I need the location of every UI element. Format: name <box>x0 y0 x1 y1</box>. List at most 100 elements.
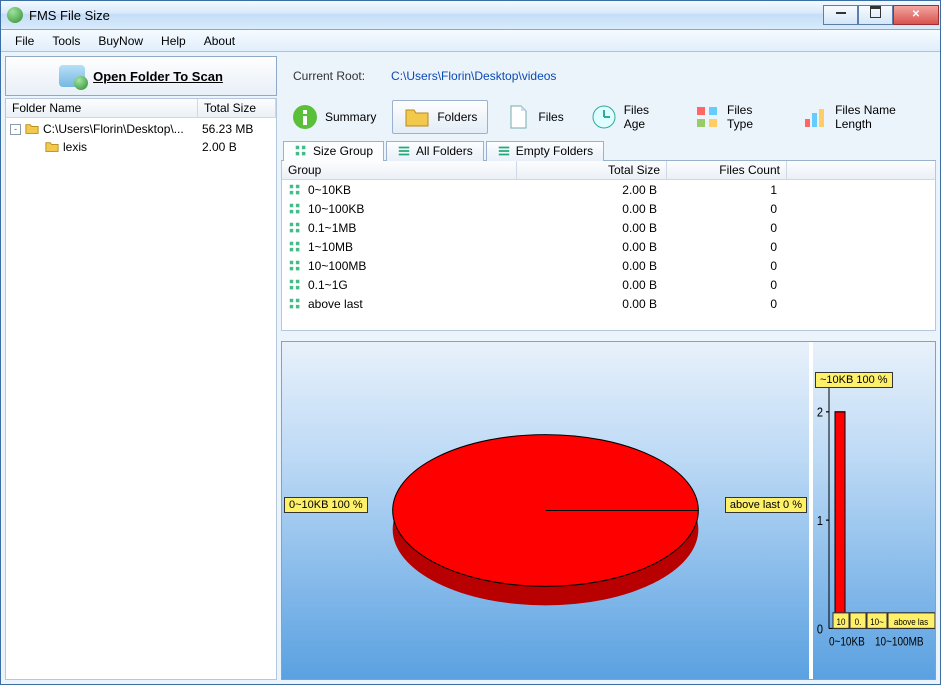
chart-area: 0~10KB 100 % above last 0 % 2 1 0 <box>281 341 936 680</box>
subtab-sizegroup[interactable]: Size Group <box>283 141 384 161</box>
tree-node-name: lexis <box>63 140 196 154</box>
grid-row[interactable]: 0.1~1G0.00 B0 <box>282 275 935 294</box>
cell-count: 0 <box>667 240 787 254</box>
col-total[interactable]: Total Size <box>517 161 667 179</box>
size-bucket-icon <box>288 183 302 197</box>
allfolders-icon <box>397 144 411 158</box>
toolbar-label: Files Age <box>624 103 667 131</box>
subtab-label: All Folders <box>416 144 473 158</box>
cell-group: 1~10MB <box>308 240 353 254</box>
folder-tree[interactable]: -C:\Users\Florin\Desktop\...56.23 MBlexi… <box>6 118 276 679</box>
current-root-label: Current Root: <box>293 69 365 83</box>
tree-node-name: C:\Users\Florin\Desktop\... <box>43 122 196 136</box>
tree-node-size: 2.00 B <box>196 140 274 154</box>
right-panel: Summary Folders Files Files Age Files Type Fi… <box>281 98 936 680</box>
size-bucket-icon <box>288 278 302 292</box>
menu-file[interactable]: File <box>7 32 42 50</box>
toolbar-files[interactable]: Files <box>494 100 573 134</box>
toolbar-folders[interactable]: Folders <box>392 100 488 134</box>
tree-row[interactable]: - C:\Users\Florin\Desktop\...56.23 MB <box>8 120 274 138</box>
files-icon <box>504 103 532 131</box>
open-folder-button[interactable]: Open Folder To Scan <box>5 56 277 96</box>
filesage-icon <box>590 103 618 131</box>
cell-total: 0.00 B <box>517 221 667 235</box>
grid-row[interactable]: 0.1~1MB 0.00 B0 <box>282 218 935 237</box>
toolbar-label: Folders <box>437 110 477 124</box>
cell-count: 1 <box>667 183 787 197</box>
size-group-grid: Group Total Size Files Count 0~10KB 2.00 … <box>281 161 936 331</box>
sizegroup-icon <box>294 144 308 158</box>
cell-group: 0~10KB <box>308 183 351 197</box>
svg-text:10~: 10~ <box>870 616 884 627</box>
col-folder-name[interactable]: Folder Name <box>6 99 198 117</box>
subtab-allfolders[interactable]: All Folders <box>386 141 484 161</box>
toolbar-label: Files <box>538 110 563 124</box>
subtab-emptyfolders[interactable]: Empty Folders <box>486 141 604 161</box>
top-row: Open Folder To Scan Current Root: C:\Use… <box>5 56 936 96</box>
folder-icon <box>25 122 39 136</box>
subtab-label: Empty Folders <box>516 144 593 158</box>
subtab-label: Size Group <box>313 144 373 158</box>
grid-row[interactable]: 10~100KB0.00 B0 <box>282 199 935 218</box>
filestype-icon <box>693 103 721 131</box>
maximize-button[interactable] <box>858 5 893 25</box>
minimize-button[interactable] <box>823 5 858 25</box>
toolbar-filesname[interactable]: Files Name Length <box>791 100 936 134</box>
emptyfolders-icon <box>497 144 511 158</box>
menu-help[interactable]: Help <box>153 32 194 50</box>
cell-total: 0.00 B <box>517 297 667 311</box>
cell-count: 0 <box>667 259 787 273</box>
toolbar-label: Summary <box>325 110 376 124</box>
toolbar-filestype[interactable]: Files Type <box>683 100 785 134</box>
size-bucket-icon <box>288 297 302 311</box>
cell-count: 0 <box>667 297 787 311</box>
grid-row[interactable]: 1~10MB 0.00 B0 <box>282 237 935 256</box>
grid-rows: 0~10KB 2.00 B1 10~100KB0.00 B0 0.1~1MB 0.00 … <box>282 180 935 313</box>
cell-total: 0.00 B <box>517 202 667 216</box>
close-button[interactable] <box>893 5 939 25</box>
cell-group: 0.1~1MB <box>308 221 356 235</box>
open-folder-icon <box>59 65 85 87</box>
svg-text:0~10KB: 0~10KB <box>829 636 865 649</box>
col-count[interactable]: Files Count <box>667 161 787 179</box>
grid-row[interactable]: 0~10KB 2.00 B1 <box>282 180 935 199</box>
toolbar-label: Files Name Length <box>835 103 926 131</box>
cell-group: 10~100MB <box>308 259 366 273</box>
menu-buynow[interactable]: BuyNow <box>90 32 151 50</box>
menu-tools[interactable]: Tools <box>44 32 88 50</box>
cell-total: 0.00 B <box>517 259 667 273</box>
app-icon <box>7 7 23 23</box>
grid-row[interactable]: above last0.00 B0 <box>282 294 935 313</box>
toolbar-label: Files Type <box>727 103 775 131</box>
tree-row[interactable]: lexis2.00 B <box>8 138 274 156</box>
cell-count: 0 <box>667 221 787 235</box>
menu-about[interactable]: About <box>196 32 243 50</box>
summary-icon <box>291 103 319 131</box>
view-toolbar: Summary Folders Files Files Age Files Type Fi… <box>281 98 936 140</box>
bar-top-label: ~10KB 100 % <box>815 372 893 388</box>
cell-total: 2.00 B <box>517 183 667 197</box>
size-bucket-icon <box>288 221 302 235</box>
svg-text:0.: 0. <box>855 616 862 627</box>
col-total-size[interactable]: Total Size <box>198 99 276 117</box>
tree-expander[interactable]: - <box>10 124 21 135</box>
svg-text:10: 10 <box>837 616 846 627</box>
toolbar-filesage[interactable]: Files Age <box>580 100 677 134</box>
cell-total: 0.00 B <box>517 240 667 254</box>
cell-total: 0.00 B <box>517 278 667 292</box>
window-title: FMS File Size <box>29 8 823 23</box>
col-group[interactable]: Group <box>282 161 517 179</box>
svg-text:0: 0 <box>817 621 823 636</box>
current-root: Current Root: C:\Users\Florin\Desktop\vi… <box>285 56 556 96</box>
toolbar-summary[interactable]: Summary <box>281 100 386 134</box>
grid-header: Group Total Size Files Count <box>282 161 935 180</box>
subtabs: Size Group All Folders Empty Folders <box>281 140 936 161</box>
tree-node-size: 56.23 MB <box>196 122 274 136</box>
grid-row[interactable]: 10~100MB 0.00 B0 <box>282 256 935 275</box>
open-folder-label: Open Folder To Scan <box>93 69 223 84</box>
pie-label-right: above last 0 % <box>725 497 807 513</box>
svg-text:above las: above las <box>894 616 929 627</box>
folder-icon <box>45 140 59 154</box>
svg-text:1: 1 <box>817 513 823 528</box>
app-window: FMS File Size File Tools BuyNow Help Abo… <box>0 0 941 685</box>
